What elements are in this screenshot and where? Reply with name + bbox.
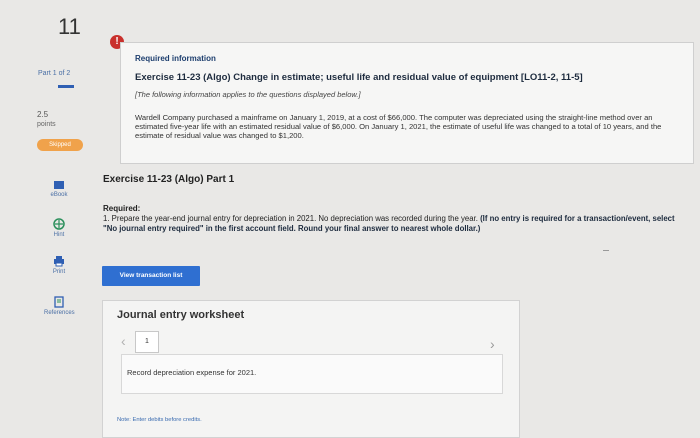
required-info-box: Required information Exercise 11-23 (Alg… (120, 42, 694, 164)
exercise-title: Exercise 11-23 (Algo) Change in estimate… (135, 72, 583, 83)
journal-entry-worksheet: Journal entry worksheet ‹ 1 Record depre… (102, 300, 520, 438)
question-number: 11 (58, 14, 81, 39)
part-heading: Exercise 11-23 (Algo) Part 1 (103, 174, 235, 185)
info-title: Required information (135, 54, 216, 63)
divider-mark (603, 250, 609, 251)
print-icon (54, 256, 64, 267)
references-label: References (44, 310, 75, 316)
part-indicator: Part 1 of 2 (38, 70, 71, 77)
hint-icon (53, 218, 65, 230)
references-icon (54, 296, 64, 308)
skipped-badge: Skipped (37, 139, 83, 151)
info-description: Wardell Company purchased a mainframe on… (135, 113, 662, 140)
page-number-tab[interactable]: 1 (135, 331, 159, 353)
references-tool[interactable]: References (44, 296, 75, 316)
info-note: [The following information applies to th… (135, 90, 361, 99)
left-rail: 11 Part 1 of 2 2.5 points Skipped eBook … (0, 0, 96, 438)
required-label: Required: (103, 204, 141, 213)
required-text-plain: 1. Prepare the year-end journal entry fo… (103, 214, 481, 223)
task-text: Record depreciation expense for 2021. (127, 368, 257, 377)
points-value: 2.5 (37, 110, 49, 119)
debit-credit-note: Note: Enter debits before credits. (117, 417, 202, 423)
points-label: points (37, 121, 56, 128)
required-text: 1. Prepare the year-end journal entry fo… (103, 214, 688, 234)
print-label: Print (52, 269, 66, 275)
next-page-arrow-icon[interactable]: › (490, 336, 495, 352)
ebook-label: eBook (50, 192, 68, 198)
view-transaction-list-button[interactable]: View transaction list (102, 266, 200, 286)
ebook-icon (54, 181, 64, 189)
hint-label: Hint (53, 232, 65, 238)
print-tool[interactable]: Print (44, 255, 74, 275)
prev-page-arrow-icon[interactable]: ‹ (121, 333, 126, 349)
task-description-box: Record depreciation expense for 2021. (121, 354, 503, 394)
part-progress-bar (58, 85, 74, 88)
journal-title: Journal entry worksheet (117, 309, 245, 321)
hint-tool[interactable]: Hint (44, 218, 74, 238)
ebook-tool[interactable]: eBook (44, 180, 74, 198)
